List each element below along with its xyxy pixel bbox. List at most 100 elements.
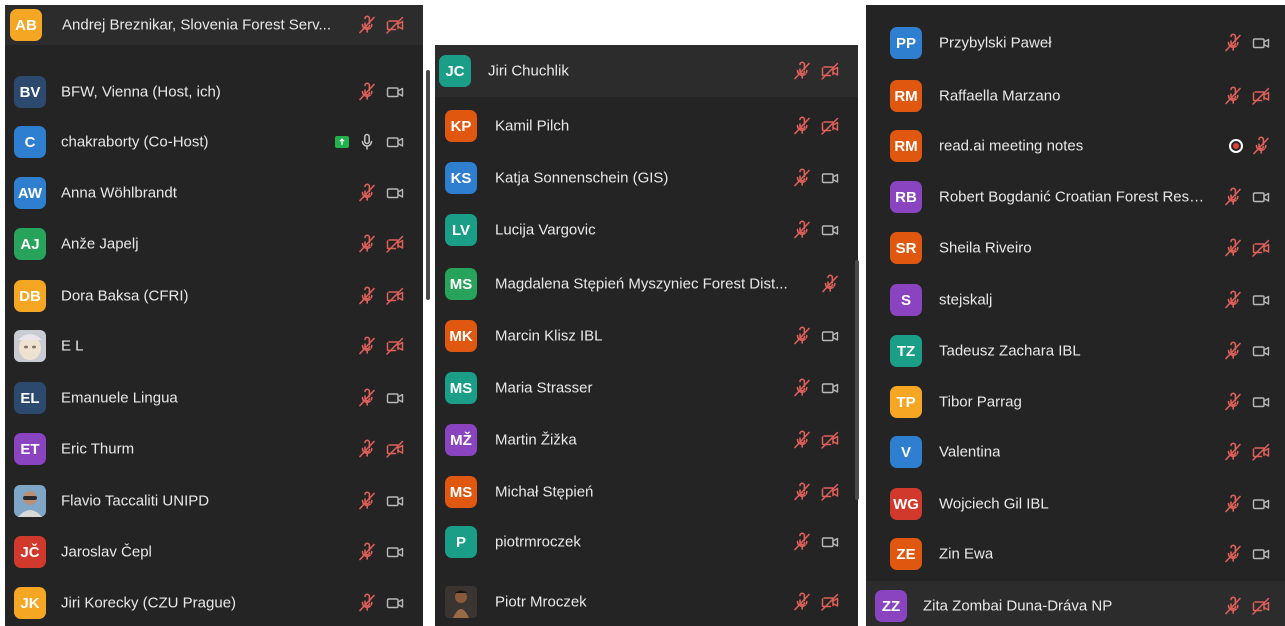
participant-row[interactable]: KP Kamil Pilch [435,101,858,151]
video-icon[interactable] [820,220,840,240]
mic-muted-icon[interactable] [1223,33,1243,53]
participant-row[interactable]: KS Katja Sonnenschein (GIS) [435,153,858,203]
participant-row[interactable]: Sstejskalj [866,275,1285,325]
participant-row[interactable]: MS Michał Stępień [435,467,858,517]
video-off-icon[interactable] [820,116,840,136]
participant-row[interactable]: JČ Jaroslav Čepl [5,527,423,577]
participant-row[interactable]: Piotr Mroczek [435,577,858,626]
mic-muted-icon[interactable] [1223,290,1243,310]
mic-muted-icon[interactable] [792,220,812,240]
video-off-icon[interactable] [820,430,840,450]
video-icon[interactable] [385,542,405,562]
mic-muted-icon[interactable] [1223,86,1243,106]
participant-row[interactable]: DB Dora Baksa (CFRI) [5,271,423,321]
video-off-icon[interactable] [385,234,405,254]
mic-muted-icon[interactable] [357,336,377,356]
participant-row[interactable]: ZZ Zita Zombai Duna-Dráva NP [866,581,1285,626]
mic-muted-icon[interactable] [792,116,812,136]
mic-muted-icon[interactable] [357,183,377,203]
participant-row[interactable]: JK Jiri Korecky (CZU Prague) [5,578,423,626]
mic-muted-icon[interactable] [357,542,377,562]
mic-muted-icon[interactable] [820,274,840,294]
mic-muted-icon[interactable] [357,491,377,511]
participant-row[interactable]: RB Robert Bogdanić Croatian Forest Rese..… [866,172,1285,222]
video-icon[interactable] [385,593,405,613]
video-icon[interactable] [1251,33,1271,53]
video-off-icon[interactable] [385,336,405,356]
video-off-icon[interactable] [820,592,840,612]
mic-muted-icon[interactable] [357,439,377,459]
participant-row[interactable]: SR Sheila Riveiro [866,223,1285,273]
video-icon[interactable] [820,168,840,188]
video-off-icon[interactable] [1251,86,1271,106]
participant-row[interactable]: TZ Tadeusz Zachara IBL [866,326,1285,376]
mic-muted-icon[interactable] [1223,392,1243,412]
mic-muted-icon[interactable] [357,286,377,306]
mic-muted-icon[interactable] [792,592,812,612]
participant-row[interactable]: ET Eric Thurm [5,424,423,474]
mic-muted-icon[interactable] [792,61,812,81]
mic-muted-icon[interactable] [1223,341,1243,361]
mic-muted-icon[interactable] [357,593,377,613]
participant-row[interactable]: MŽ Martin Žižka [435,415,858,465]
participant-row[interactable]: JC Jiri Chuchlik [435,45,858,97]
participant-row[interactable]: MS Magdalena Stępień Myszyniec Forest Dis… [435,259,858,309]
video-icon[interactable] [1251,290,1271,310]
video-icon[interactable] [1251,544,1271,564]
mic-muted-icon[interactable] [1223,187,1243,207]
mic-muted-icon[interactable] [1223,442,1243,462]
participant-row[interactable]: RM read.ai meeting notes [866,121,1285,171]
video-off-icon[interactable] [1251,442,1271,462]
participant-row[interactable]: PP Przybylski Paweł [866,18,1285,68]
participant-row[interactable]: AW Anna Wöhlbrandt [5,168,423,218]
participant-row[interactable]: WG Wojciech Gil IBL [866,479,1285,529]
participant-row[interactable]: AJ Anže Japelj [5,219,423,269]
video-icon[interactable] [1251,494,1271,514]
participant-row[interactable]: AB Andrej Breznikar, Slovenia Forest Serv… [5,5,423,45]
participant-row[interactable]: RM Raffaella Marzano [866,71,1285,121]
mic-muted-icon[interactable] [1223,494,1243,514]
participant-row[interactable]: Ppiotrmroczek [435,517,858,567]
video-off-icon[interactable] [385,15,405,35]
participant-row[interactable]: LV Lucija Vargovic [435,205,858,255]
participant-row[interactable]: Cchakraborty (Co-Host) [5,117,423,167]
mic-muted-icon[interactable] [357,15,377,35]
mic-muted-icon[interactable] [792,482,812,502]
mic-icon[interactable] [357,132,377,152]
mic-muted-icon[interactable] [792,430,812,450]
mic-muted-icon[interactable] [357,234,377,254]
mic-muted-icon[interactable] [1223,238,1243,258]
video-icon[interactable] [820,326,840,346]
mic-muted-icon[interactable] [1223,544,1243,564]
scrollbar-1[interactable] [426,70,430,300]
video-off-icon[interactable] [820,482,840,502]
participant-row[interactable]: MK Marcin Klisz IBL [435,311,858,361]
mic-muted-icon[interactable] [1223,596,1243,616]
video-off-icon[interactable] [385,286,405,306]
participant-row[interactable]: MS Maria Strasser [435,363,858,413]
video-icon[interactable] [820,378,840,398]
mic-muted-icon[interactable] [357,388,377,408]
participant-row[interactable]: TP Tibor Parrag [866,377,1285,427]
participant-row[interactable]: Flavio Taccaliti UNIPD [5,476,423,526]
video-off-icon[interactable] [820,61,840,81]
participant-row[interactable]: V Valentina [866,427,1285,477]
video-icon[interactable] [385,132,405,152]
video-icon[interactable] [1251,341,1271,361]
mic-muted-icon[interactable] [792,168,812,188]
mic-muted-icon[interactable] [792,326,812,346]
video-icon[interactable] [1251,187,1271,207]
participant-row[interactable]: ZE Zin Ewa [866,529,1285,579]
mic-muted-icon[interactable] [357,82,377,102]
video-off-icon[interactable] [1251,238,1271,258]
video-off-icon[interactable] [385,439,405,459]
video-icon[interactable] [385,388,405,408]
video-icon[interactable] [1251,392,1271,412]
mic-muted-icon[interactable] [792,378,812,398]
video-icon[interactable] [385,183,405,203]
mic-muted-icon[interactable] [792,532,812,552]
scrollbar-2[interactable] [855,260,859,500]
participant-row[interactable]: E L [5,321,423,371]
video-icon[interactable] [820,532,840,552]
video-off-icon[interactable] [1251,596,1271,616]
